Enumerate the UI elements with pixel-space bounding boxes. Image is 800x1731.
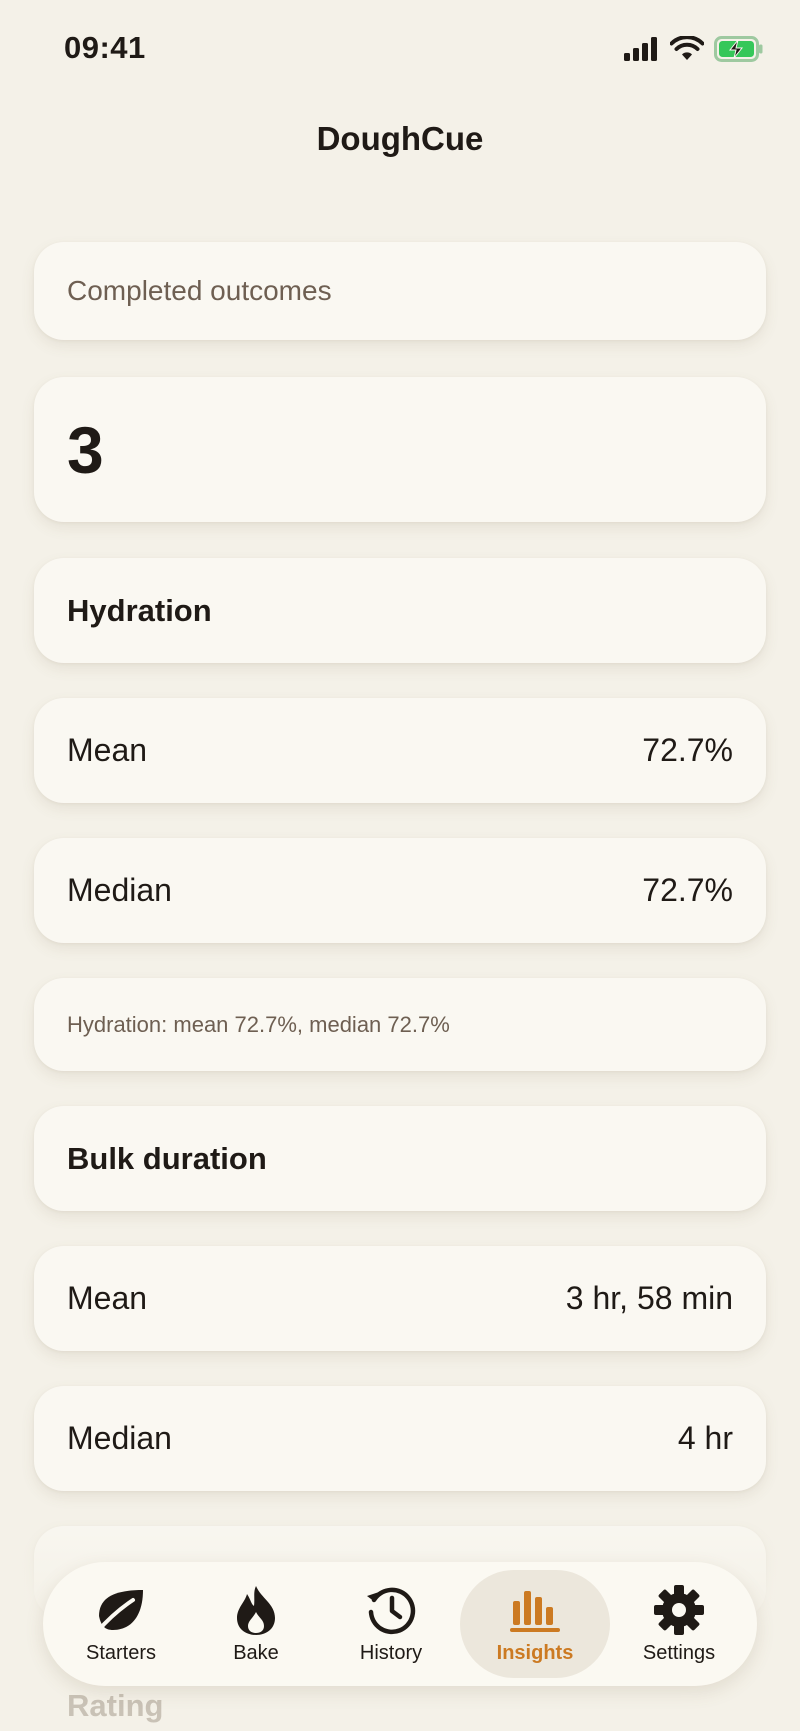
wifi-icon xyxy=(670,36,704,60)
tab-bar: Starters Bake History Insights Settings xyxy=(43,1562,757,1686)
flame-icon xyxy=(229,1584,283,1636)
page-title: DoughCue xyxy=(316,120,484,157)
hydration-median-row: Median 72.7% xyxy=(34,838,766,943)
status-bar: 09:41 xyxy=(0,0,800,100)
battery-charging-icon xyxy=(714,36,763,62)
hydration-mean-value: 72.7% xyxy=(642,732,733,768)
hydration-summary-text: Hydration: mean 72.7%, median 72.7% xyxy=(67,1011,450,1037)
completed-outcomes-caption: Completed outcomes xyxy=(67,275,332,306)
bulk-median-label: Median xyxy=(67,1420,172,1456)
tab-settings[interactable]: Settings xyxy=(613,1570,745,1678)
tab-insights-label: Insights xyxy=(496,1641,574,1664)
bulk-duration-title: Bulk duration xyxy=(67,1140,267,1176)
bulk-median-value: 4 hr xyxy=(677,1420,733,1456)
hydration-summary-card: Hydration: mean 72.7%, median 72.7% xyxy=(34,978,766,1071)
completed-outcomes-card: Completed outcomes xyxy=(34,242,766,340)
bulk-duration-header-card: Bulk duration xyxy=(34,1106,766,1211)
hydration-header-card: Hydration xyxy=(34,558,766,663)
tab-bake[interactable]: Bake xyxy=(190,1570,322,1678)
bar-chart-icon xyxy=(508,1584,562,1636)
status-time: 09:41 xyxy=(64,30,146,65)
signal-icon xyxy=(624,37,657,61)
hydration-median-value: 72.7% xyxy=(642,872,733,908)
hydration-median-label: Median xyxy=(67,872,172,908)
hydration-title: Hydration xyxy=(67,592,212,628)
bulk-mean-value: 3 hr, 58 min xyxy=(565,1280,733,1316)
history-clock-icon xyxy=(364,1584,418,1636)
tab-history-label: History xyxy=(359,1641,423,1664)
bulk-median-row: Median 4 hr xyxy=(34,1386,766,1491)
tab-history[interactable]: History xyxy=(325,1570,457,1678)
leaf-icon xyxy=(94,1584,148,1636)
hydration-mean-row: Mean 72.7% xyxy=(34,698,766,803)
completed-count-card: 3 xyxy=(34,377,766,522)
tab-starters-label: Starters xyxy=(85,1641,157,1664)
tab-starters[interactable]: Starters xyxy=(55,1570,187,1678)
gear-icon xyxy=(652,1584,706,1636)
bulk-mean-row: Mean 3 hr, 58 min xyxy=(34,1246,766,1351)
tab-insights[interactable]: Insights xyxy=(460,1570,610,1678)
tab-bake-label: Bake xyxy=(233,1641,279,1664)
hydration-mean-label: Mean xyxy=(67,732,148,768)
bulk-mean-label: Mean xyxy=(67,1280,148,1316)
rating-title: Rating xyxy=(67,1688,164,1723)
tab-settings-label: Settings xyxy=(642,1641,716,1664)
completed-count-value: 3 xyxy=(67,412,104,487)
status-icons xyxy=(624,36,764,62)
